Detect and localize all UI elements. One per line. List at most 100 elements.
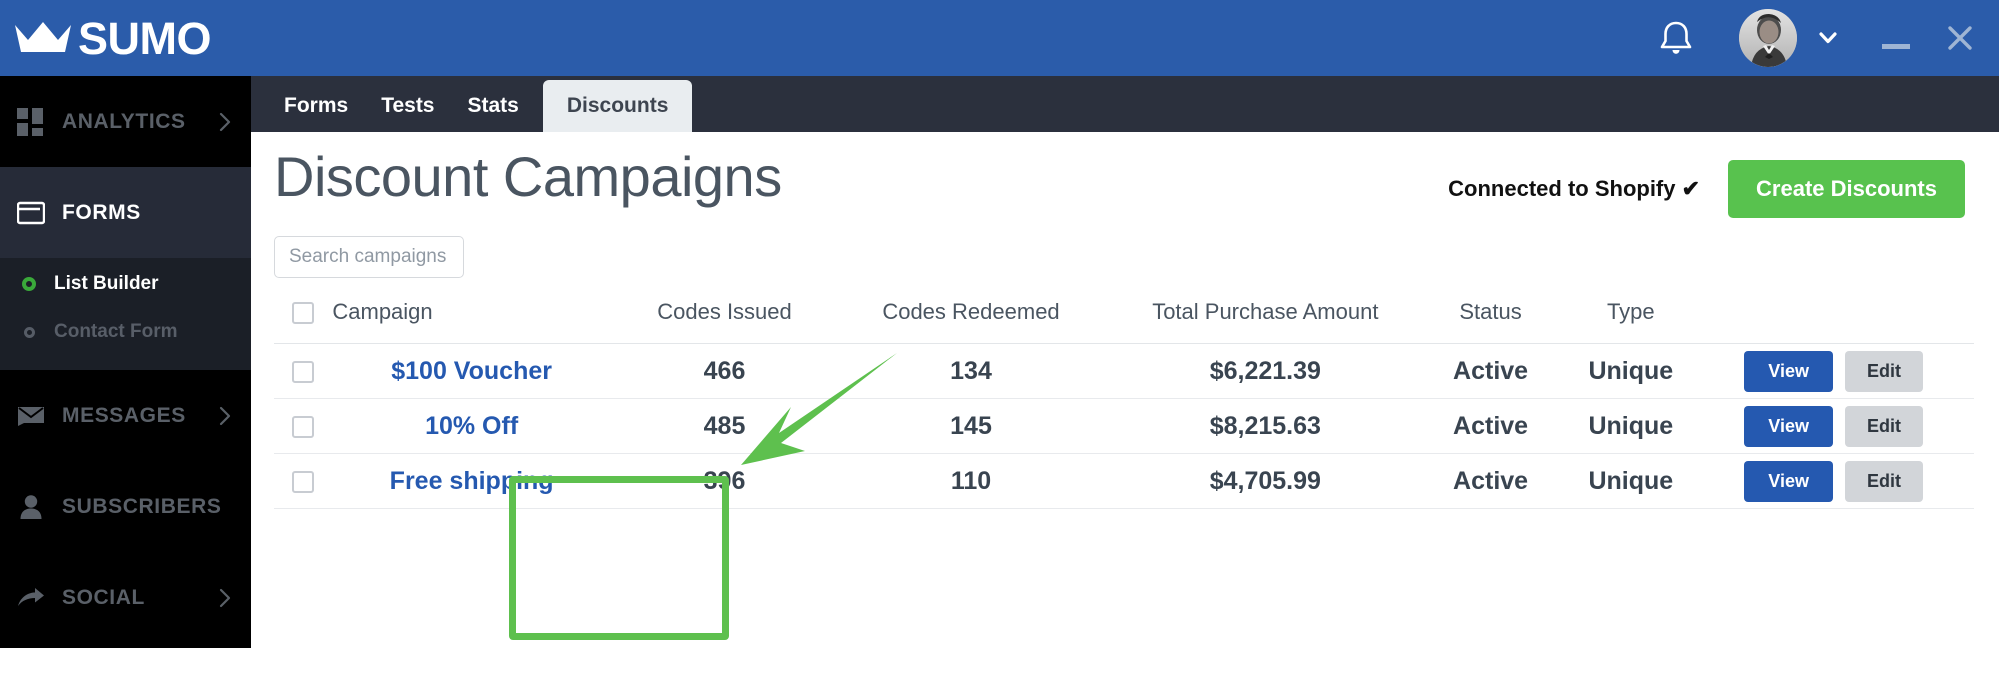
header-codes-issued[interactable]: Codes Issued: [611, 298, 838, 344]
header-campaign[interactable]: Campaign: [331, 298, 612, 344]
sidebar-subnav-forms: List Builder Contact Form: [0, 258, 251, 370]
tab-bar: Forms Tests Stats Discounts: [251, 76, 1999, 132]
codes-redeemed-cell: 110: [837, 453, 1105, 509]
chevron-right-icon: [219, 588, 231, 607]
title-bar: SUMO: [0, 0, 1999, 76]
sidebar-item-label: FORMS: [62, 200, 141, 224]
sidebar: ANALYTICS FORMS List Builder Contact For: [0, 76, 251, 648]
status-cell: Active: [1425, 343, 1556, 399]
sidebar-subitem-label: List Builder: [54, 273, 159, 294]
row-select-cell: [274, 398, 332, 454]
titlebar-controls: [1659, 0, 1999, 76]
page-title: Discount Campaigns: [274, 145, 782, 208]
table-row: $100 Voucher 466 134 $6,221.39 Active Unique V…: [274, 343, 1974, 399]
sidebar-item-analytics[interactable]: ANALYTICS: [0, 76, 251, 167]
table-header: Campaign Codes Issued Codes Redeemed Tot…: [274, 298, 1974, 344]
campaign-name-link[interactable]: 10% Off: [425, 412, 518, 440]
table-body: $100 Voucher 466 134 $6,221.39 Active Unique V…: [274, 343, 1974, 509]
row-actions-cell: View Edit: [1706, 343, 1974, 399]
total-purchase-amount-cell: $4,705.99: [1104, 453, 1426, 509]
select-all-header: [274, 298, 332, 344]
sidebar-item-forms[interactable]: FORMS: [0, 167, 251, 258]
row-select-cell: [274, 453, 332, 509]
campaigns-table: Campaign Codes Issued Codes Redeemed Tot…: [274, 298, 1974, 509]
view-button[interactable]: View: [1744, 350, 1833, 392]
close-icon: [1948, 26, 1972, 50]
minimize-icon: [1882, 43, 1910, 49]
main-content: Discount Campaigns Connected to Shopify …: [251, 132, 1999, 684]
create-discounts-button[interactable]: Create Discounts: [1728, 160, 1965, 218]
type-cell: Unique: [1555, 453, 1707, 509]
row-actions-cell: View Edit: [1706, 398, 1974, 454]
sidebar-item-messages[interactable]: MESSAGES: [0, 370, 251, 461]
header-actions: Connected to Shopify ✔ Create Discounts: [1448, 160, 1965, 218]
app-logo[interactable]: SUMO: [14, 12, 212, 64]
envelope-icon: [16, 401, 46, 431]
type-cell: Unique: [1555, 398, 1707, 454]
edit-button[interactable]: Edit: [1844, 350, 1923, 392]
window-icon: [16, 198, 46, 228]
tab-stats[interactable]: Stats: [468, 94, 519, 132]
bell-icon[interactable]: [1659, 19, 1693, 57]
header-actions: [1706, 298, 1974, 344]
row-checkbox[interactable]: [291, 470, 314, 493]
codes-redeemed-cell: 134: [837, 343, 1105, 399]
campaign-name-link[interactable]: Free shipping: [390, 467, 554, 495]
campaign-name-cell: 10% Off: [331, 398, 612, 454]
sidebar-item-label: SOCIAL: [62, 585, 145, 609]
table-row: 10% Off 485 145 $8,215.63 Active Unique View Ed…: [274, 398, 1974, 454]
sidebar-item-label: ANALYTICS: [62, 109, 186, 133]
row-checkbox[interactable]: [291, 360, 314, 383]
table-row: Free shipping 396 110 $4,705.99 Active Unique…: [274, 453, 1974, 509]
header-total-purchase-amount[interactable]: Total Purchase Amount: [1104, 298, 1426, 344]
status-cell: Active: [1425, 398, 1556, 454]
status-cell: Active: [1425, 453, 1556, 509]
codes-issued-cell: 396: [611, 453, 838, 509]
header-codes-redeemed[interactable]: Codes Redeemed: [837, 298, 1105, 344]
tab-discounts[interactable]: Discounts: [542, 80, 693, 132]
header-type[interactable]: Type: [1555, 298, 1707, 344]
table-header-row: Campaign Codes Issued Codes Redeemed Tot…: [274, 298, 1974, 344]
active-dot-icon: [22, 277, 36, 291]
chevron-right-icon: [219, 112, 231, 131]
minimize-button[interactable]: [1881, 23, 1911, 53]
chevron-right-icon: [219, 406, 231, 425]
sidebar-item-label: MESSAGES: [62, 403, 186, 427]
sidebar-item-subscribers[interactable]: SUBSCRIBERS: [0, 461, 251, 552]
brand-name: SUMO: [78, 12, 212, 64]
application-window: SUMO ANALYTICS FORMS List Builder Contac…: [0, 0, 1999, 684]
crown-icon: [15, 22, 71, 52]
row-select-cell: [274, 343, 332, 399]
sidebar-item-contact-form[interactable]: Contact Form: [0, 308, 251, 356]
total-purchase-amount-cell: $8,215.63: [1104, 398, 1426, 454]
type-cell: Unique: [1555, 343, 1707, 399]
edit-button[interactable]: Edit: [1844, 405, 1923, 447]
edit-button[interactable]: Edit: [1844, 460, 1923, 502]
select-all-checkbox[interactable]: [291, 302, 314, 325]
codes-issued-cell: 466: [611, 343, 838, 399]
row-actions-cell: View Edit: [1706, 453, 1974, 509]
codes-issued-cell: 485: [611, 398, 838, 454]
sidebar-item-list-builder[interactable]: List Builder: [0, 260, 251, 308]
tab-tests[interactable]: Tests: [381, 94, 434, 132]
tab-forms[interactable]: Forms: [284, 94, 348, 132]
header-status[interactable]: Status: [1425, 298, 1556, 344]
share-arrow-icon: [16, 583, 46, 613]
page-header: Discount Campaigns Connected to Shopify …: [251, 132, 1999, 244]
row-checkbox[interactable]: [291, 415, 314, 438]
avatar[interactable]: [1739, 9, 1797, 67]
grid-icon: [16, 107, 46, 137]
chevron-down-icon[interactable]: [1819, 32, 1837, 44]
sidebar-item-social[interactable]: SOCIAL: [0, 552, 251, 643]
sidebar-item-label: SUBSCRIBERS: [62, 494, 222, 518]
sidebar-subitem-label: Contact Form: [54, 321, 178, 342]
view-button[interactable]: View: [1744, 405, 1833, 447]
close-button[interactable]: [1945, 23, 1975, 53]
person-icon: [16, 492, 46, 522]
view-button[interactable]: View: [1744, 460, 1833, 502]
total-purchase-amount-cell: $6,221.39: [1104, 343, 1426, 399]
shopify-connection-status: Connected to Shopify ✔: [1448, 176, 1701, 201]
campaign-name-cell: $100 Voucher: [331, 343, 612, 399]
campaign-name-link[interactable]: $100 Voucher: [391, 357, 552, 385]
codes-redeemed-cell: 145: [837, 398, 1105, 454]
